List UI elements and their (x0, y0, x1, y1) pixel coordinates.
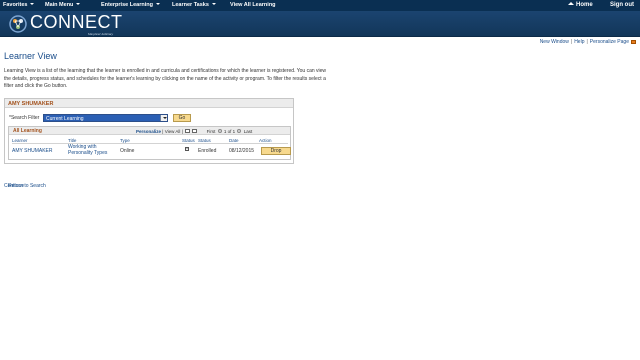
zoom-grid-icon[interactable] (185, 129, 191, 133)
expand-status-icon[interactable]: + (185, 147, 189, 151)
learner-name-header: AMY SHUMAKER (5, 99, 293, 108)
menu-learner-tasks[interactable]: Learner Tasks (172, 2, 216, 8)
row-learner-link[interactable]: AMY SHUMAKER (12, 148, 52, 154)
menu-favorites-label: Favorites (3, 2, 28, 8)
chevron-down-icon (30, 3, 35, 5)
connect-logo-icon (9, 15, 27, 33)
menu-favorites[interactable]: Favorites (3, 2, 35, 8)
menu-learner-tasks-label: Learner Tasks (172, 2, 209, 8)
search-filter-label: *Search Filter (9, 115, 40, 121)
personalize-page-link[interactable]: Personalize Page (590, 39, 629, 45)
personalize-icon[interactable] (631, 39, 636, 44)
row-status: Enrolled (198, 148, 217, 154)
row-title-link-line2[interactable]: Personality Types (68, 150, 107, 156)
page-description: Learning View is a list of the learning … (4, 68, 327, 89)
home-link[interactable]: Home (568, 2, 593, 8)
menu-main-menu-label: Main Menu (45, 2, 74, 8)
separator: | (586, 39, 588, 45)
personalize-grid-link[interactable]: Personalize (136, 129, 161, 134)
row-date: 08/12/2015 (229, 148, 255, 154)
all-learning-grid: All Learning Personalize | View All | Fi… (8, 126, 291, 160)
previous-icon[interactable] (217, 129, 222, 133)
app-logo-subtitle: Maryland Judiciary (88, 32, 114, 36)
chevron-down-icon (211, 3, 216, 5)
sign-out-link[interactable]: Sign out (610, 2, 634, 8)
grid-toolbar: Personalize | View All | First 1 of 1 La… (136, 129, 252, 134)
last-link[interactable]: Last (244, 129, 253, 134)
new-window-link[interactable]: New Window (540, 39, 569, 45)
range-text: 1 of 1 (223, 128, 236, 134)
first-link[interactable]: First (207, 129, 216, 134)
menu-main-menu[interactable]: Main Menu (45, 2, 81, 8)
home-icon (568, 2, 574, 5)
grid-title: All Learning (13, 128, 42, 134)
dropdown-arrow-icon[interactable] (160, 115, 167, 121)
chevron-down-icon (155, 3, 160, 5)
separator: | (181, 128, 185, 134)
search-filter-value: Current Learning (46, 115, 84, 122)
menu-enterprise-learning-label: Enterprise Learning (101, 2, 153, 8)
page-toolbar: New Window | Help | Personalize Page (540, 39, 636, 45)
menu-view-all-learning[interactable]: View All Learning (230, 2, 276, 8)
row-type: Online (120, 148, 135, 154)
divider (12, 143, 288, 144)
next-icon[interactable] (237, 129, 242, 133)
return-to-search-text: Return to Search (8, 183, 46, 189)
help-link[interactable]: Help (574, 39, 584, 45)
drop-button[interactable]: Drop (261, 147, 291, 155)
chevron-down-icon (76, 3, 81, 5)
go-button[interactable]: Go (173, 114, 191, 122)
view-all-link[interactable]: View All (165, 129, 181, 134)
menu-enterprise-learning[interactable]: Enterprise Learning (101, 2, 160, 8)
page-title: Learner View (4, 51, 57, 61)
app-logo-text: CONNECT (30, 12, 123, 32)
home-label: Home (576, 2, 593, 8)
search-filter-select[interactable]: Current Learning (43, 114, 168, 122)
separator: | (570, 39, 573, 45)
grid-header: All Learning Personalize | View All | Fi… (9, 127, 290, 135)
header-banner: CONNECT Maryland Judiciary (0, 11, 640, 37)
download-grid-icon[interactable] (192, 129, 198, 133)
top-navigation-bar: Favorites Main Menu Enterprise Learning … (0, 0, 640, 11)
learner-section: AMY SHUMAKER *Search Filter Current Lear… (4, 98, 294, 164)
